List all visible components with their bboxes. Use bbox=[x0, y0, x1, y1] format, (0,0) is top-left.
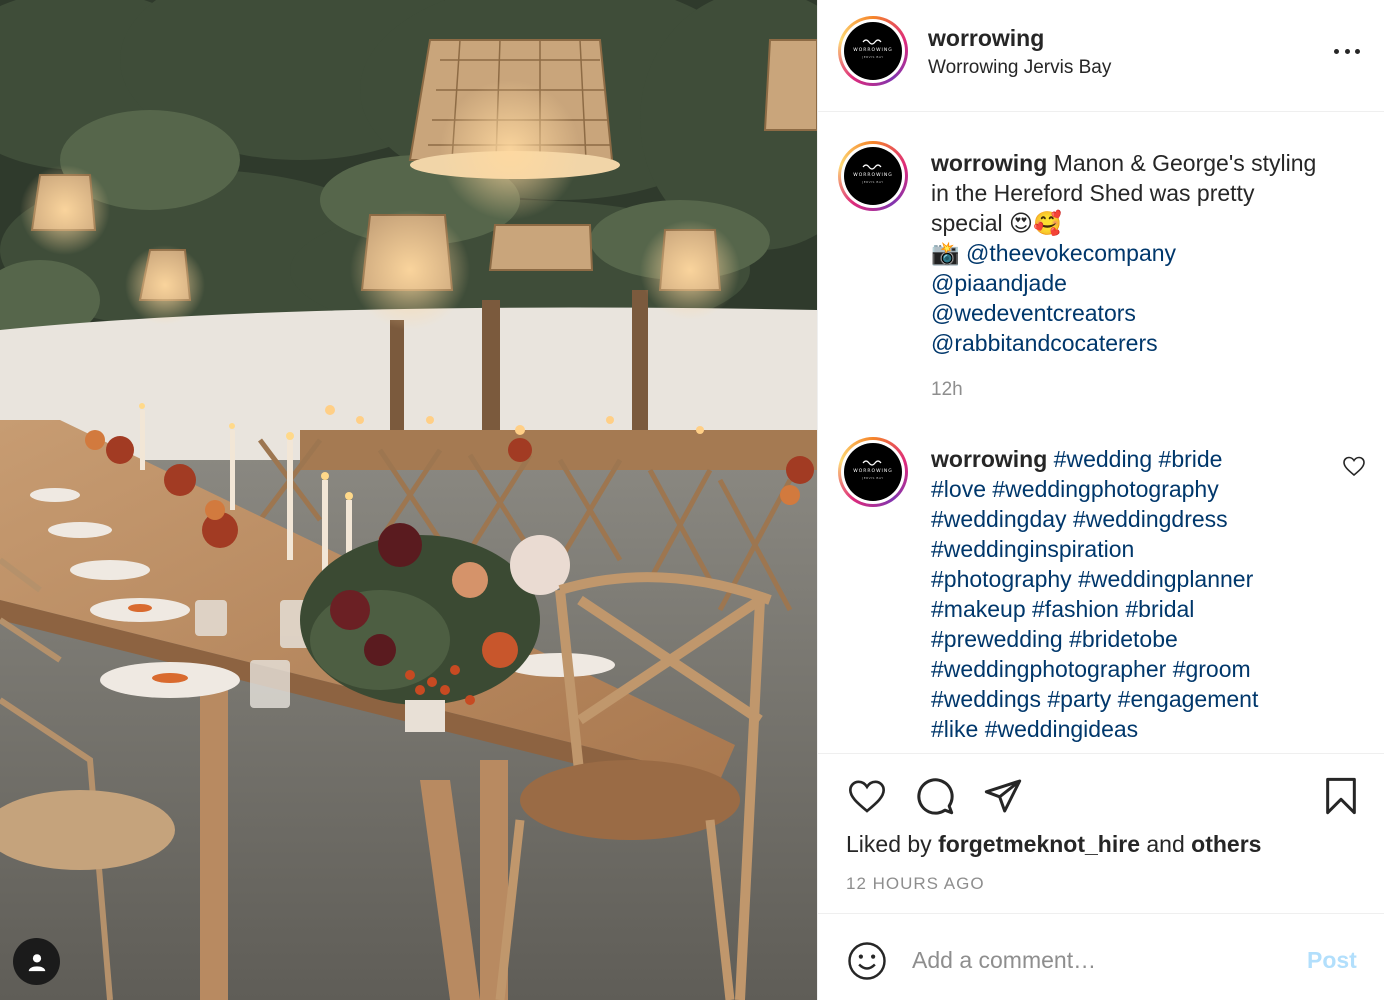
hashtag-link[interactable]: #weddingday #weddingdress bbox=[931, 504, 1361, 534]
user-tag-button[interactable] bbox=[13, 938, 60, 985]
emoji-button[interactable] bbox=[846, 940, 888, 982]
post-time-ago[interactable]: 12 HOURS AGO bbox=[846, 874, 985, 894]
liked-by-prefix: Liked by bbox=[846, 831, 932, 857]
comment-input[interactable] bbox=[912, 942, 1292, 978]
post-header: WORROWING JERVIS BAY worrowing Worrowing… bbox=[818, 0, 1384, 112]
camera-emoji: 📸 bbox=[931, 240, 960, 266]
caption-line: in the Hereford Shed was pretty bbox=[931, 180, 1255, 206]
hashtag-link[interactable]: #weddings #party #engagement bbox=[931, 684, 1361, 714]
like-button[interactable] bbox=[846, 776, 888, 821]
comment-avatar[interactable]: WORROWING JERVIS BAY bbox=[838, 437, 908, 507]
liked-by-others-link[interactable]: others bbox=[1191, 831, 1261, 857]
comment-button[interactable] bbox=[914, 776, 956, 821]
hashtag-link[interactable]: #love #weddingphotography bbox=[931, 474, 1361, 504]
hashtag-link[interactable]: #weddingphotographer #groom bbox=[931, 654, 1361, 684]
hashtag-link[interactable]: #weddinginspiration bbox=[931, 534, 1361, 564]
logo-subtext: JERVIS BAY bbox=[862, 180, 884, 184]
comment-username[interactable]: worrowing bbox=[931, 446, 1047, 472]
avatar[interactable]: WORROWING JERVIS BAY bbox=[838, 16, 908, 86]
mention-link[interactable]: @wedeventcreators bbox=[931, 298, 1361, 328]
logo-wave-icon bbox=[862, 39, 882, 45]
logo-subtext: JERVIS BAY bbox=[862, 476, 884, 480]
logo-text: WORROWING bbox=[853, 469, 893, 474]
caption-avatar[interactable]: WORROWING JERVIS BAY bbox=[838, 141, 908, 211]
post-username[interactable]: worrowing bbox=[928, 25, 1044, 52]
logo-wave-icon bbox=[862, 164, 882, 170]
hashtag-comment-text: worrowing #wedding #bride #love #wedding… bbox=[931, 444, 1361, 744]
hashtag-link[interactable]: #prewedding #bridetobe bbox=[931, 624, 1361, 654]
share-button[interactable] bbox=[982, 776, 1024, 821]
comment-like-button[interactable] bbox=[1342, 454, 1366, 478]
post-comment-button[interactable]: Post bbox=[1307, 947, 1357, 974]
more-options-icon bbox=[1334, 48, 1339, 54]
mention-link[interactable]: @piaandjade bbox=[931, 268, 1361, 298]
mention-link[interactable]: @rabbitandcocaterers bbox=[931, 328, 1361, 358]
hashtag-link[interactable]: #makeup #fashion #bridal bbox=[931, 594, 1361, 624]
liked-by-user-link[interactable]: forgetmeknot_hire bbox=[938, 831, 1140, 857]
caption-text: worrowing Manon & George's styling in th… bbox=[931, 148, 1361, 358]
post-photo[interactable] bbox=[0, 0, 817, 1000]
hashtag-link[interactable]: #photography #weddingplanner bbox=[931, 564, 1361, 594]
wedding-table-image bbox=[0, 0, 817, 1000]
logo-text: WORROWING bbox=[853, 173, 893, 178]
post-actions: Liked by forgetmeknot_hire and others 12… bbox=[818, 753, 1384, 913]
logo-subtext: JERVIS BAY bbox=[862, 55, 884, 59]
bookmark-icon bbox=[1326, 777, 1356, 815]
caption-timestamp[interactable]: 12h bbox=[931, 379, 963, 401]
post-location[interactable]: Worrowing Jervis Bay bbox=[928, 57, 1111, 79]
save-button[interactable] bbox=[1321, 774, 1361, 823]
hashtag-link[interactable]: #like #weddingideas bbox=[931, 714, 1361, 744]
logo-text: WORROWING bbox=[853, 48, 893, 53]
more-options-button[interactable] bbox=[1330, 39, 1364, 63]
liked-by-and: and bbox=[1146, 831, 1185, 857]
hashtag-link[interactable]: #wedding #bride bbox=[1054, 446, 1223, 472]
share-icon bbox=[984, 779, 1022, 813]
heart-outline-icon bbox=[1343, 456, 1365, 477]
comment-icon bbox=[917, 778, 954, 815]
caption-line: Manon & George's styling bbox=[1053, 150, 1317, 176]
comments-list[interactable]: WORROWING JERVIS BAY worrowing Manon & G… bbox=[818, 113, 1384, 753]
user-tag-icon bbox=[28, 953, 45, 971]
add-comment-bar: Post bbox=[818, 913, 1384, 1000]
likes-summary: Liked by forgetmeknot_hire and others bbox=[846, 831, 1261, 858]
heart-icon bbox=[848, 780, 886, 813]
logo-wave-icon bbox=[862, 460, 882, 466]
emoji-icon bbox=[848, 942, 886, 980]
post-details-panel: WORROWING JERVIS BAY worrowing Worrowing… bbox=[817, 0, 1384, 1000]
caption-username[interactable]: worrowing bbox=[931, 150, 1047, 176]
caption-line: special 😍🥰 bbox=[931, 210, 1062, 236]
mention-link[interactable]: @theevokecompany bbox=[966, 240, 1176, 266]
